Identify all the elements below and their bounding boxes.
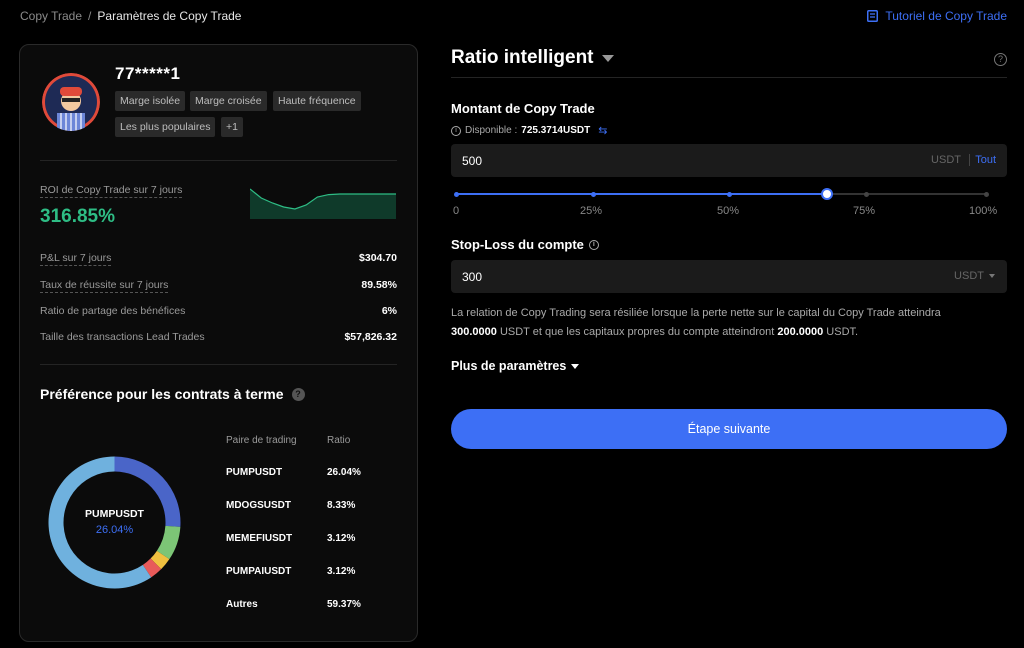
stat-value-pnl: $304.70 (359, 252, 397, 264)
slider-step-dot[interactable] (863, 191, 869, 197)
desc-text: La relation de Copy Trading sera résilié… (451, 307, 941, 319)
stop-loss-input[interactable]: 300 USDT (451, 260, 1007, 293)
contract-donut-chart (48, 456, 181, 589)
desc-value: 300.0000 (451, 326, 497, 338)
transfer-icon[interactable]: ⇆ (598, 124, 607, 137)
stat-label-profit-share: Ratio de partage des bénéfices (40, 305, 186, 317)
stat-label-winrate: Taux de réussite sur 7 jours (40, 279, 169, 293)
desc-text: USDT. (823, 326, 859, 338)
table-row-pair: PUMPAIUSDT (226, 566, 292, 577)
slider-mark: 50% (717, 205, 740, 217)
info-icon[interactable]: i (588, 239, 599, 250)
mode-title: Ratio intelligent (451, 47, 594, 68)
roi-label: ROI de Copy Trade sur 7 jours (40, 184, 183, 198)
breadcrumb-current: Paramètres de Copy Trade (97, 9, 242, 23)
input-separator (969, 154, 970, 166)
tag-most-popular: Les plus populaires (115, 117, 216, 137)
more-params-toggle[interactable]: Plus de paramètres (451, 359, 580, 373)
caret-down-icon (571, 363, 580, 369)
stop-loss-unit: USDT (954, 270, 984, 282)
more-params-label: Plus de paramètres (451, 359, 567, 373)
preference-title: Préférence pour les contrats à terme ? (40, 386, 305, 402)
caret-down-icon (601, 54, 614, 62)
table-row-pair: MDOGSUSDT (226, 500, 291, 511)
slider-step-dot[interactable] (984, 191, 989, 197)
table-row-pair: Autres (226, 599, 258, 610)
donut-center-ratio: 26.04% (95, 524, 134, 536)
table-row-ratio: 26.04% (327, 467, 361, 478)
slider-step-dot[interactable] (590, 191, 596, 197)
help-icon[interactable]: ? (994, 53, 1007, 66)
col-header-pair: Paire de trading (226, 435, 297, 446)
amount-slider-thumb[interactable] (821, 188, 833, 200)
stop-loss-unit-select[interactable]: USDT (954, 270, 995, 282)
breadcrumb-root[interactable]: Copy Trade (20, 9, 82, 23)
roi-value: 316.85% (40, 206, 116, 227)
tag-more[interactable]: +1 (221, 117, 243, 137)
slider-mark: 100% (969, 205, 998, 217)
help-icon[interactable]: ? (291, 387, 305, 401)
table-row-ratio: 3.12% (327, 533, 356, 544)
amount-value: 500 (462, 154, 483, 168)
stop-loss-title-text: Stop-Loss du compte (451, 237, 584, 252)
info-icon: i (451, 125, 461, 136)
max-all-button[interactable]: Tout (975, 154, 996, 166)
desc-text: USDT et que les capitaux propres du comp… (496, 326, 778, 338)
amount-input[interactable]: 500 USDT Tout (451, 144, 1007, 177)
panel-divider (451, 77, 1007, 78)
slider-mark: 25% (580, 205, 603, 217)
stat-value-profit-share: 6% (381, 305, 397, 317)
available-balance: i Disponible : 725.3714USDT ⇆ (451, 124, 607, 137)
stat-label-pnl: P&L sur 7 jours (40, 252, 112, 266)
table-row-ratio: 8.33% (327, 500, 356, 511)
table-row-ratio: 3.12% (327, 566, 356, 577)
table-row-ratio: 59.37% (327, 599, 361, 610)
slider-step-dot[interactable] (727, 191, 732, 197)
mode-selector[interactable]: Ratio intelligent (451, 47, 614, 69)
breadcrumb: Copy Trade / Paramètres de Copy Trade (20, 9, 241, 23)
caret-down-icon (989, 274, 995, 278)
slider-mark: 75% (853, 205, 876, 217)
tag-cross-margin: Marge croisée (190, 91, 267, 111)
stop-loss-value: 300 (462, 270, 483, 284)
table-row-pair: PUMPUSDT (226, 467, 283, 478)
stat-value-lead-size: $57,826.32 (344, 331, 397, 343)
amount-slider-fill (456, 193, 827, 195)
col-header-ratio: Ratio (327, 435, 351, 446)
tag-isolated-margin: Marge isolée (115, 91, 186, 111)
tag-high-frequency: Haute fréquence (273, 91, 361, 111)
next-step-button[interactable]: Étape suivante (451, 409, 1007, 449)
stop-loss-description: La relation de Copy Trading sera résilié… (451, 304, 1007, 342)
stop-loss-title: Stop-Loss du compte i (451, 237, 599, 252)
amount-unit: USDT (931, 154, 961, 166)
slider-mark: 0 (453, 205, 460, 217)
donut-center-pair: PUMPUSDT (85, 508, 144, 520)
stat-value-winrate: 89.58% (361, 279, 397, 291)
slider-step-dot[interactable] (454, 191, 459, 197)
available-value: 725.3714USDT (521, 125, 591, 136)
available-label: Disponible : (465, 125, 518, 136)
breadcrumb-separator: / (88, 9, 92, 23)
table-row-pair: MEMEFIUSDT (226, 533, 293, 544)
book-icon (867, 10, 879, 22)
amount-title: Montant de Copy Trade (451, 101, 595, 116)
desc-value: 200.0000 (777, 326, 824, 338)
tutorial-link[interactable]: Tutoriel de Copy Trade (867, 9, 1007, 23)
preference-title-text: Préférence pour les contrats à terme (40, 386, 284, 402)
trader-username: 77*****1 (115, 64, 181, 83)
trader-avatar (42, 73, 100, 131)
donut-slice-autres[interactable] (48, 456, 152, 589)
stat-label-lead-size: Taille des transactions Lead Trades (40, 331, 205, 343)
card-divider (40, 160, 397, 161)
card-divider (40, 364, 397, 365)
roi-sparkline (250, 188, 396, 219)
tutorial-label: Tutoriel de Copy Trade (885, 9, 1007, 23)
